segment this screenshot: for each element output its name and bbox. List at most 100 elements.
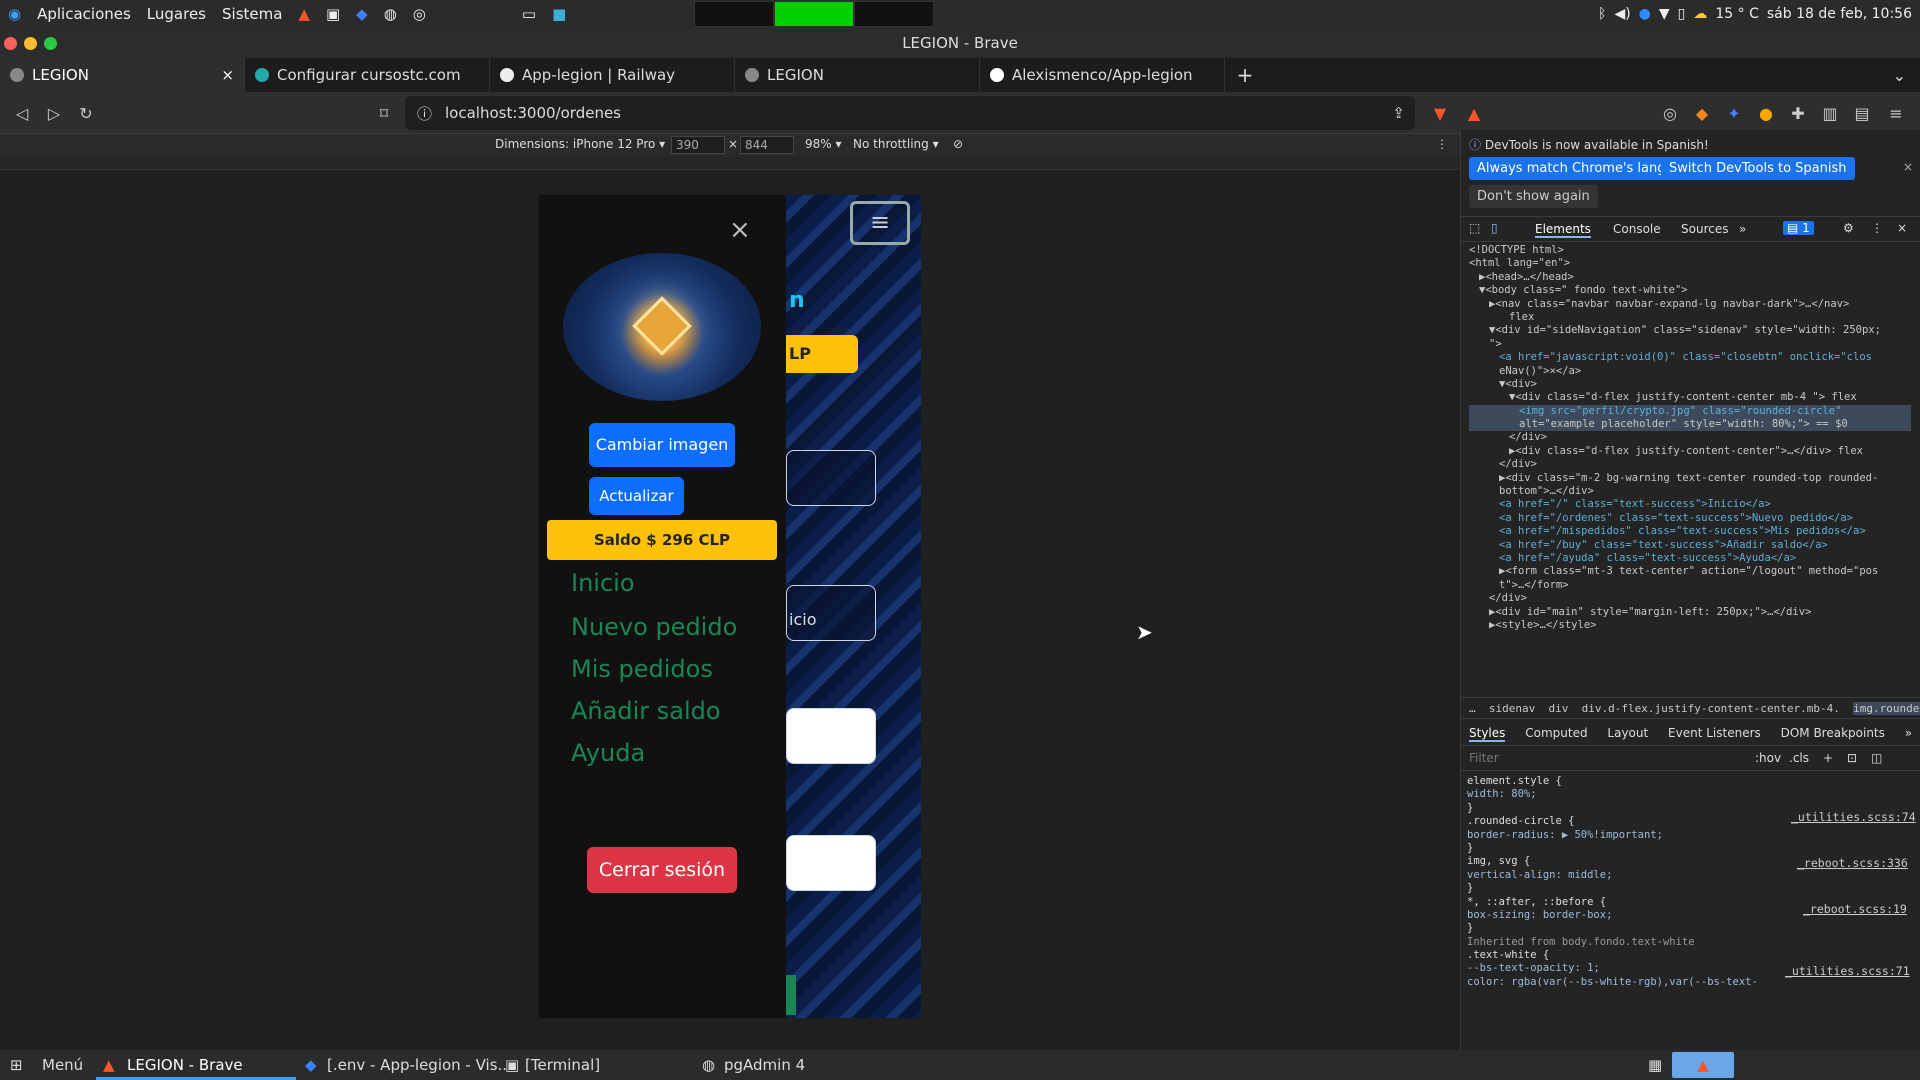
dom-node-line[interactable]: <a href="/" class="text-success">Inicio<… <box>1469 498 1911 511</box>
compass-launcher-icon[interactable]: ◎ <box>405 5 434 23</box>
nav-link-anadir-saldo[interactable]: Añadir saldo <box>571 697 721 725</box>
change-image-button[interactable]: Cambiar imagen <box>589 423 735 467</box>
start-menu-button[interactable]: Menú <box>42 1056 83 1074</box>
terminal-launcher-icon[interactable]: ▣ <box>318 5 348 23</box>
dom-node-line[interactable]: ▶<div id="main" style="margin-left: 250p… <box>1469 606 1911 619</box>
extension-icon[interactable]: ◎ <box>1658 101 1682 125</box>
window-minimize-button[interactable] <box>24 37 37 50</box>
cls-toggle[interactable]: .cls <box>1789 751 1809 765</box>
dom-node-line[interactable]: <a href="javascript:void(0)" class="clos… <box>1469 351 1911 364</box>
throttling-select[interactable]: No throttling ▾ <box>853 137 939 151</box>
dom-node-line[interactable]: ▶<div class="d-flex justify-content-cent… <box>1469 445 1911 458</box>
form-input-partial[interactable] <box>786 708 876 764</box>
breadcrumb-item[interactable]: sidenav <box>1489 702 1535 715</box>
switch-spanish-button[interactable]: Switch DevTools to Spanish <box>1661 157 1855 180</box>
dom-node-line[interactable]: <html lang="en"> <box>1469 257 1911 270</box>
zoom-icon[interactable]: ● <box>1639 6 1651 22</box>
apps-icon[interactable]: ◉ <box>0 5 29 23</box>
dom-node-line[interactable]: <!DOCTYPE html> <box>1469 244 1911 257</box>
forward-icon[interactable]: ▷ <box>42 101 66 125</box>
dom-node-line[interactable]: ▼<body class=" fondo text-white"> <box>1469 284 1911 297</box>
form-field-partial[interactable] <box>786 450 876 506</box>
style-source-link[interactable]: _utilities.scss:71 <box>1785 963 1910 979</box>
wallet-icon[interactable]: ▤ <box>1850 101 1874 125</box>
device-select[interactable]: Dimensions: iPhone 12 Pro ▾ <box>495 137 665 151</box>
issues-badge[interactable]: ▤ 1 <box>1783 221 1814 235</box>
dom-node-line[interactable]: ▶<style>…</style> <box>1469 619 1911 632</box>
pgadmin-launcher-icon[interactable]: ◍ <box>376 5 405 23</box>
share-icon[interactable]: ⇪ <box>1392 104 1405 122</box>
tab-legion[interactable]: LEGION <box>735 58 980 92</box>
tab-layout[interactable]: Layout <box>1607 726 1648 740</box>
breadcrumb-item[interactable]: img.rounded-circle <box>1853 702 1920 715</box>
tab-dom-breakpoints[interactable]: DOM Breakpoints <box>1781 726 1885 740</box>
device-width-input[interactable]: 390 <box>671 136 725 154</box>
dom-node-line[interactable]: <a href="/buy" class="text-success">Añad… <box>1469 539 1911 552</box>
breadcrumb-item[interactable]: div.d-flex.justify-content-center.mb-4. <box>1582 702 1840 715</box>
dom-node-line[interactable]: ▶<head>…</head> <box>1469 271 1911 284</box>
tab-elements[interactable]: Elements <box>1535 222 1591 238</box>
menu-aplicaciones[interactable]: Aplicaciones <box>29 5 139 23</box>
close-nav-button[interactable]: × <box>729 215 751 245</box>
tab-event-listeners[interactable]: Event Listeners <box>1668 726 1761 740</box>
update-button[interactable]: Actualizar <box>589 477 684 515</box>
dont-show-again-button[interactable]: Don't show again <box>1469 185 1598 208</box>
dom-node-line[interactable]: ▼<div> <box>1469 378 1911 391</box>
dom-node-line[interactable]: <a href="/ordenes" class="text-success">… <box>1469 512 1911 525</box>
sidebar-icon[interactable]: ◫ <box>1871 751 1882 765</box>
tab-computed[interactable]: Computed <box>1525 726 1587 740</box>
new-tab-button[interactable]: + <box>1225 58 1265 92</box>
paint-icon[interactable]: ⊡ <box>1847 751 1857 765</box>
dom-node-line[interactable]: bottom">…</div> <box>1469 485 1911 498</box>
reload-icon[interactable]: ↻ <box>74 101 98 125</box>
browser-menu-icon[interactable]: ≡ <box>1884 101 1908 125</box>
menu-lugares[interactable]: Lugares <box>139 5 214 23</box>
taskbar-item-brave[interactable]: LEGION - Brave <box>127 1056 243 1074</box>
dom-node-line[interactable]: <img src="perfil/crypto.jpg" class="roun… <box>1469 404 1911 419</box>
brave-launcher-icon[interactable]: ▲ <box>290 5 318 23</box>
folder-icon[interactable]: ■ <box>544 5 574 23</box>
taskbar-item-terminal[interactable]: [Terminal] <box>525 1056 600 1074</box>
tab-cursostc[interactable]: Configurar cursostc.com <box>245 58 490 92</box>
add-rule-icon[interactable]: + <box>1823 751 1833 765</box>
tab-railway[interactable]: App-legion | Railway <box>490 58 735 92</box>
tab-sources[interactable]: Sources <box>1681 222 1728 236</box>
site-info-icon[interactable]: ⓘ <box>417 103 432 124</box>
tab-styles[interactable]: Styles <box>1469 726 1506 742</box>
workspace-switcher[interactable]: ▲ <box>1672 1052 1734 1078</box>
zoom-select[interactable]: 98% ▾ <box>805 137 842 151</box>
settings-gear-icon[interactable]: ⚙ <box>1843 221 1854 235</box>
device-toggle-icon[interactable]: ▯ <box>1491 221 1498 235</box>
hov-toggle[interactable]: :hov <box>1755 751 1781 765</box>
dom-node-line[interactable]: </div> <box>1469 458 1911 471</box>
dom-node-line[interactable]: <a href="/ayuda" class="text-success">Ay… <box>1469 552 1911 565</box>
dom-node-line[interactable]: t">…</form> <box>1469 579 1911 592</box>
taskbar-item-pgadmin[interactable]: pgAdmin 4 <box>724 1056 805 1074</box>
address-bar[interactable]: ⓘ localhost:3000/ordenes ⇪ <box>405 96 1415 130</box>
devtools-more-icon[interactable]: ⋮ <box>1871 221 1883 235</box>
styles-filter-input[interactable] <box>1469 751 1729 765</box>
dom-node-line[interactable]: ▼<div id="sideNavigation" class="sidenav… <box>1469 324 1911 337</box>
workspace-icon[interactable]: ▦ <box>1648 1056 1662 1074</box>
extensions-puzzle-icon[interactable]: ✚ <box>1786 101 1810 125</box>
clock[interactable]: sáb 18 de feb, 10:56 <box>1767 6 1912 22</box>
brave-rewards-icon[interactable]: ▲ <box>1462 101 1486 125</box>
style-source-link[interactable]: _utilities.scss:74 <box>1791 809 1916 825</box>
style-source-link[interactable]: _reboot.scss:336 <box>1797 855 1908 871</box>
dom-node-line[interactable]: </div> <box>1469 431 1911 444</box>
nav-link-ayuda[interactable]: Ayuda <box>571 739 645 767</box>
tab-console[interactable]: Console <box>1613 222 1661 236</box>
extension-icon[interactable]: ✦ <box>1722 101 1746 125</box>
device-more-icon[interactable]: ⋮ <box>1436 137 1448 151</box>
devtools-close-icon[interactable]: × <box>1897 221 1907 235</box>
back-icon[interactable]: ◁ <box>10 101 34 125</box>
breadcrumb-item[interactable]: … <box>1469 702 1476 715</box>
tab-legion-active[interactable]: LEGION × <box>0 58 245 92</box>
rotate-icon[interactable]: ⊘ <box>953 137 963 151</box>
logout-button[interactable]: Cerrar sesión <box>587 847 737 893</box>
tab-close-icon[interactable]: × <box>221 66 234 84</box>
nav-link-inicio[interactable]: Inicio <box>571 569 635 597</box>
style-rule-line[interactable]: border-radius: ▶ 50%!important; <box>1467 829 1911 842</box>
bookmark-icon[interactable]: ⌑ <box>372 101 396 125</box>
vscode-launcher-icon[interactable]: ◆ <box>348 5 376 23</box>
